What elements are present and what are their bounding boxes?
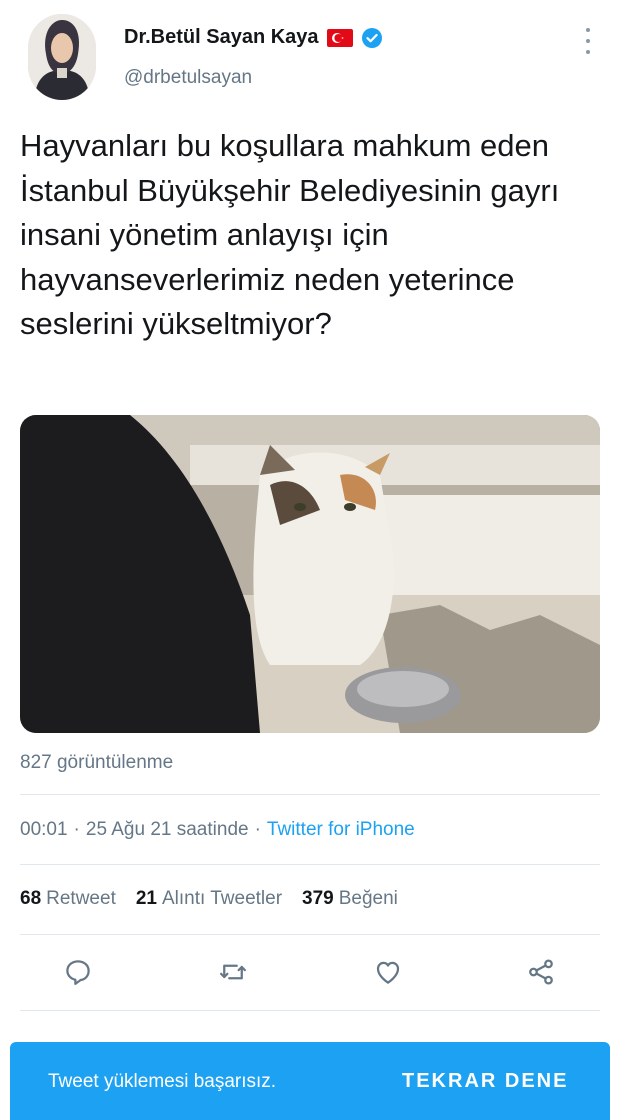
toast-message: Tweet yüklemesi başarısız.	[48, 1071, 277, 1092]
share-icon[interactable]	[519, 950, 563, 994]
tweet-header: Dr.Betül Sayan Kaya @drbetulsayan	[0, 0, 620, 110]
retry-button[interactable]: TEKRAR DENE	[402, 1070, 568, 1093]
separator: ·	[254, 819, 261, 840]
tweet-actions	[0, 950, 620, 1000]
separator: ·	[73, 819, 80, 840]
upload-failed-toast: Tweet yüklemesi başarısız. TEKRAR DENE	[10, 1042, 610, 1120]
like-icon[interactable]	[366, 950, 410, 994]
view-count: 827 görüntülenme	[20, 752, 174, 773]
reply-icon[interactable]	[56, 950, 100, 994]
quote-tweet-stat[interactable]: 21 Alıntı Tweetler	[136, 888, 282, 910]
divider	[20, 864, 600, 865]
verified-badge-icon	[361, 27, 383, 49]
retweet-label: Retweet	[46, 888, 116, 909]
author-name-row: Dr.Betül Sayan Kaya	[124, 26, 383, 49]
like-label: Beğeni	[338, 888, 398, 909]
tweet-text: Hayvanları bu koşullara mahkum eden İsta…	[20, 128, 560, 341]
turkey-flag-icon	[326, 28, 353, 47]
tweet-source-link[interactable]: Twitter for iPhone	[267, 819, 415, 841]
tweet-date: 25 Ağu 21 saatinde	[85, 819, 249, 840]
more-options-icon[interactable]	[578, 24, 598, 58]
tweet-meta: 00:01 · 25 Ağu 21 saatinde · Twitter for…	[20, 819, 415, 841]
divider	[20, 1010, 600, 1011]
author-name[interactable]: Dr.Betül Sayan Kaya	[124, 26, 319, 49]
avatar[interactable]	[28, 14, 96, 100]
retweet-count: 68	[20, 888, 42, 909]
like-stat[interactable]: 379 Beğeni	[302, 888, 398, 910]
retweet-stat[interactable]: 68 Retweet	[20, 888, 116, 910]
tweet-media-image[interactable]	[20, 415, 600, 733]
tweet-time: 00:01	[20, 819, 68, 840]
author-handle[interactable]: @drbetulsayan	[124, 67, 252, 89]
quote-label: Alıntı Tweetler	[161, 888, 283, 909]
retweet-icon[interactable]	[211, 950, 255, 994]
tweet-stats: 68 Retweet 21 Alıntı Tweetler 379 Beğeni	[20, 888, 418, 910]
divider	[20, 794, 600, 795]
like-count: 379	[302, 888, 334, 909]
divider	[20, 934, 600, 935]
quote-count: 21	[135, 888, 157, 909]
